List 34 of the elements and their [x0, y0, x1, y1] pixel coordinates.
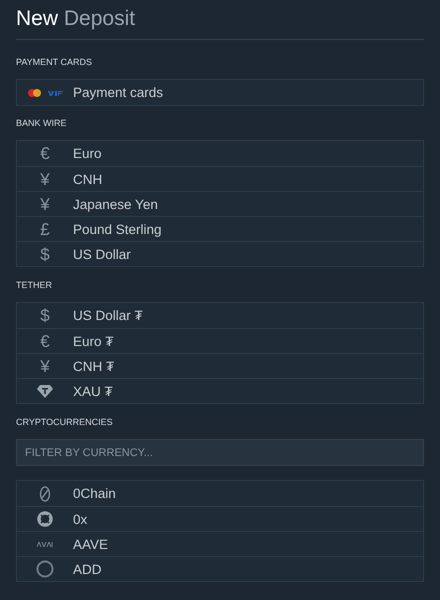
currency-option[interactable]: € Euro ₮ — [17, 328, 423, 353]
circle-icon — [36, 560, 54, 578]
currency-symbol: ¥ — [40, 170, 50, 188]
currency-option[interactable]: AAVE — [17, 531, 423, 556]
currency-option[interactable]: £ Pound Sterling — [17, 216, 423, 241]
currency-option[interactable]: $ US Dollar — [17, 241, 423, 266]
currency-option[interactable]: 0x — [17, 506, 423, 531]
section-heading: BANK WIRE — [16, 118, 68, 128]
currency-symbol: $ — [40, 246, 50, 262]
section-heading: CRYPTOCURRENCIES — [16, 417, 114, 427]
currency-option[interactable]: ¥ Japanese Yen — [17, 191, 423, 216]
wave-icon — [37, 542, 53, 546]
currency-option[interactable]: ¥ CNH ₮ — [17, 353, 423, 378]
filter-field[interactable]: FILTER BY CURRENCY... — [16, 439, 424, 466]
page-title: New Deposit — [16, 6, 136, 32]
currency-symbol: € — [40, 145, 50, 162]
currency-option[interactable]: Payment cards — [17, 80, 423, 105]
section-heading: TETHER — [16, 280, 53, 290]
currency-symbol: ¥ — [40, 196, 50, 212]
currency-option[interactable]: ADD — [17, 556, 423, 581]
currency-symbol: $ — [40, 307, 50, 324]
currency-option[interactable]: XAU ₮ — [17, 378, 423, 403]
currency-option[interactable]: $ US Dollar ₮ — [17, 303, 423, 328]
shield-icon — [37, 384, 53, 398]
ring-icon — [37, 511, 53, 527]
currency-symbol: £ — [40, 220, 50, 238]
currency-symbol: ¥ — [40, 358, 50, 374]
currency-option[interactable]: ¥ CNH — [17, 166, 423, 191]
slashed-zero-icon — [39, 486, 51, 502]
card-logos-icon — [27, 88, 65, 98]
section-heading: PAYMENT CARDS — [16, 57, 94, 67]
currency-option[interactable]: 0Chain — [17, 481, 423, 506]
currency-option[interactable]: € Euro — [17, 141, 423, 166]
currency-symbol: € — [40, 332, 50, 350]
